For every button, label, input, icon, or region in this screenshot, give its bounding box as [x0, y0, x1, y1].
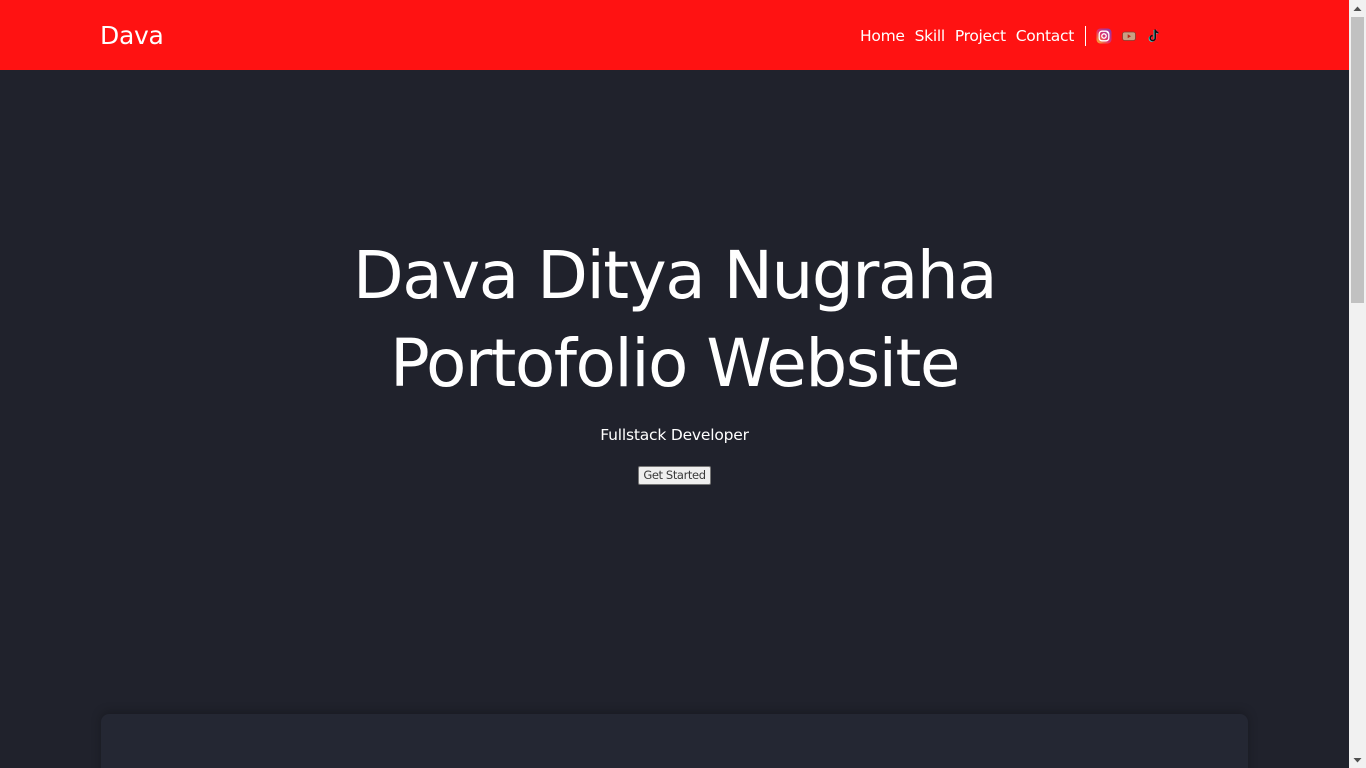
- scrollbar-thumb[interactable]: [1351, 17, 1364, 303]
- hero-title-line-1: Dava Ditya Nugraha: [352, 237, 998, 314]
- nav-link-project[interactable]: Project: [955, 24, 1006, 48]
- scroll-up-arrow-icon[interactable]: [1349, 0, 1366, 17]
- next-section-card: [101, 714, 1248, 768]
- page: Dava Home Skill Project Contact Dava Dit…: [0, 0, 1349, 768]
- brand-logo[interactable]: Dava: [100, 20, 164, 52]
- nav-link-contact[interactable]: Contact: [1016, 24, 1075, 48]
- instagram-icon[interactable]: [1096, 28, 1112, 44]
- scroll-down-arrow-icon[interactable]: [1349, 751, 1366, 768]
- nav-menu: Home Skill Project Contact: [860, 24, 1162, 48]
- nav-link-home[interactable]: Home: [860, 24, 905, 48]
- hero-subtitle: Fullstack Developer: [600, 426, 749, 444]
- hero-section: Dava Ditya Nugraha Portofolio Website Fu…: [0, 70, 1349, 710]
- youtube-icon[interactable]: [1121, 28, 1137, 44]
- nav-divider: [1085, 26, 1086, 46]
- hero-title: Dava Ditya Nugraha Portofolio Website: [0, 232, 1349, 408]
- nav-link-skill[interactable]: Skill: [915, 24, 946, 48]
- hero-title-line-2: Portofolio Website: [390, 325, 960, 402]
- social-links: [1096, 28, 1162, 44]
- navbar: Dava Home Skill Project Contact: [0, 0, 1349, 70]
- viewport: Dava Home Skill Project Contact Dava Dit…: [0, 0, 1366, 768]
- vertical-scrollbar[interactable]: [1349, 0, 1366, 768]
- get-started-button[interactable]: Get Started: [638, 466, 711, 485]
- tiktok-icon[interactable]: [1146, 28, 1162, 44]
